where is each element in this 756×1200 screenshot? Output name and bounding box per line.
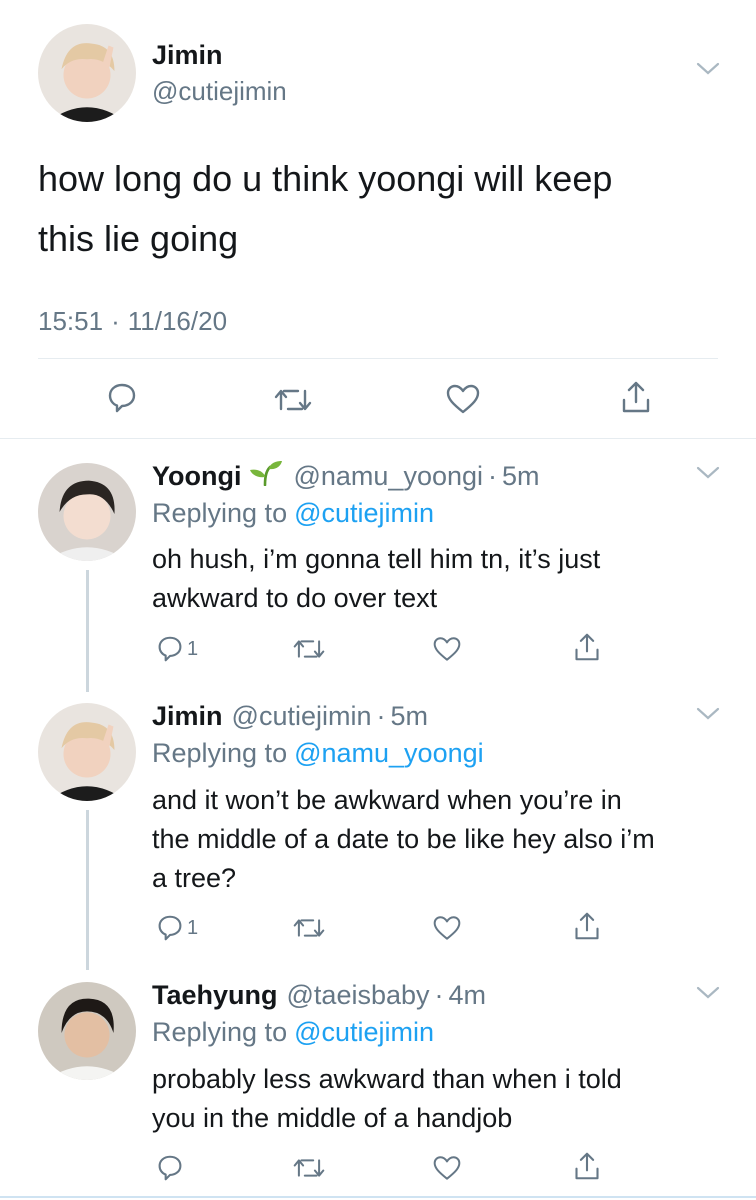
replying-to-label: Replying to <box>152 1017 288 1047</box>
reply-text-line-3: a tree? <box>152 863 237 893</box>
chevron-down-icon[interactable] <box>696 62 720 76</box>
reply-author-handle[interactable]: @namu_yoongi <box>293 461 483 492</box>
header-separator: · <box>376 701 386 731</box>
header-separator: · <box>434 980 444 1010</box>
reply-header: Jimin @cutiejimin · 5m <box>152 701 428 732</box>
reply-author-name[interactable]: Jimin <box>152 701 223 732</box>
reply-text-line-2: you in the middle of a handjob <box>152 1103 513 1133</box>
share-icon[interactable] <box>573 911 601 941</box>
share-icon[interactable] <box>573 1151 601 1181</box>
tweet-text-line-1: how long do u think yoongi will keep <box>38 158 613 199</box>
share-icon[interactable] <box>620 380 652 414</box>
reply-author-name[interactable]: Taehyung <box>152 980 278 1011</box>
reply-button[interactable]: 1 <box>157 635 198 663</box>
avatar-yoongi[interactable] <box>38 463 136 561</box>
divider <box>38 358 718 359</box>
reply-count: 1 <box>187 916 199 939</box>
chevron-down-icon[interactable] <box>696 986 720 1000</box>
retweet-icon[interactable] <box>293 916 325 940</box>
reply-icon <box>158 636 182 662</box>
replying-to-label: Replying to <box>152 498 288 528</box>
replying-to-label: Replying to <box>152 738 288 768</box>
reply-author-name[interactable]: Yoongi <box>152 461 241 492</box>
reply-icon <box>158 915 182 941</box>
reply-text-line-1: oh hush, i’m gonna tell him tn, it’s jus… <box>152 544 601 574</box>
reply-count: 1 <box>187 637 199 660</box>
avatar-jimin[interactable] <box>38 703 136 801</box>
like-icon[interactable] <box>446 384 480 414</box>
author-name[interactable]: Jimin <box>152 40 223 71</box>
tweet-text-line-2: this lie going <box>38 218 239 259</box>
reply-text-line-1: probably less awkward than when i told <box>152 1064 622 1094</box>
avatar-jimin[interactable] <box>38 24 136 122</box>
thread-line <box>86 570 89 692</box>
author-handle[interactable]: @cutiejimin <box>152 76 287 107</box>
chevron-down-icon[interactable] <box>696 466 720 480</box>
thread-line <box>86 810 89 970</box>
reply-icon[interactable] <box>157 1154 183 1182</box>
reply-author-handle[interactable]: @cutiejimin <box>232 701 372 732</box>
tweet-timestamp[interactable]: 15:51 · 11/16/20 <box>38 306 227 337</box>
reply-text-line-2: awkward to do over text <box>152 583 438 613</box>
share-icon[interactable] <box>573 632 601 662</box>
chevron-down-icon[interactable] <box>696 707 720 721</box>
reply-time[interactable]: 4m <box>449 980 487 1011</box>
reply-text-line-2: the middle of a date to be like hey also… <box>152 824 655 854</box>
retweet-icon[interactable] <box>293 1156 325 1180</box>
replying-to-link[interactable]: @namu_yoongi <box>294 738 484 769</box>
reply-text-line-1: and it won’t be awkward when you’re in <box>152 785 622 815</box>
like-icon[interactable] <box>433 1155 461 1181</box>
tweet-date: 11/16/20 <box>127 306 228 336</box>
reply-icon[interactable] <box>107 382 137 414</box>
replying-to: Replying to @cutiejimin <box>152 498 434 529</box>
replying-to: Replying to @cutiejimin <box>152 1017 434 1048</box>
replying-to-link[interactable]: @cutiejimin <box>294 498 434 529</box>
bottom-divider <box>0 1196 756 1198</box>
reply-header: Taehyung @taeisbaby · 4m <box>152 980 486 1011</box>
header-separator: · <box>488 461 498 491</box>
like-icon[interactable] <box>433 915 461 941</box>
like-icon[interactable] <box>433 636 461 662</box>
reply-time[interactable]: 5m <box>502 461 540 492</box>
replying-to: Replying to @namu_yoongi <box>152 738 484 769</box>
reply-author-handle[interactable]: @taeisbaby <box>287 980 430 1011</box>
sprout-emoji <box>249 460 283 493</box>
section-divider <box>0 438 756 439</box>
retweet-icon[interactable] <box>293 637 325 661</box>
tweet-time: 15:51 <box>38 306 104 336</box>
reply-time[interactable]: 5m <box>390 701 428 732</box>
reply-header: Yoongi @namu_yoongi · 5m <box>152 460 540 493</box>
retweet-icon[interactable] <box>274 386 312 414</box>
avatar-taehyung[interactable] <box>38 982 136 1080</box>
timestamp-separator: · <box>111 306 120 336</box>
replying-to-link[interactable]: @cutiejimin <box>294 1017 434 1048</box>
reply-button[interactable]: 1 <box>157 914 198 942</box>
